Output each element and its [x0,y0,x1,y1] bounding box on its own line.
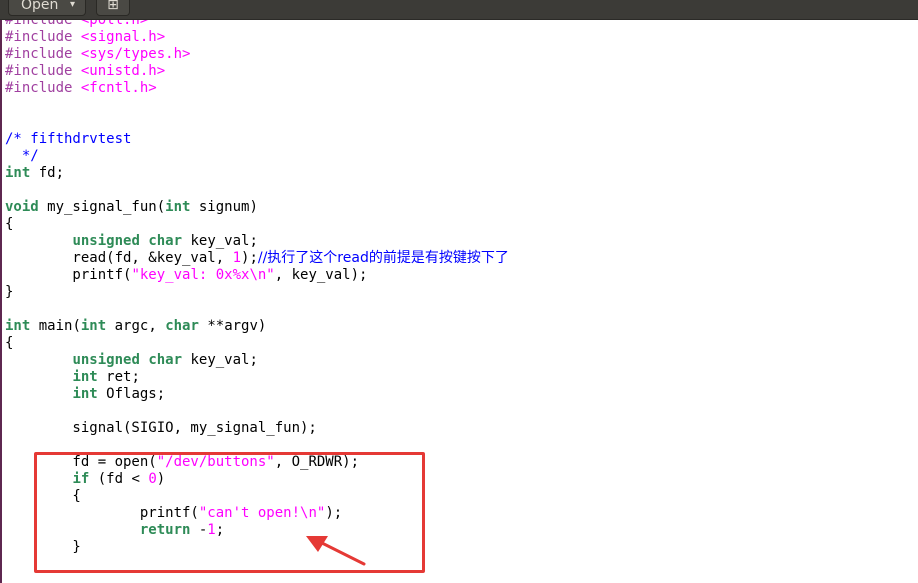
code-token: 1 [232,250,242,266]
code-token: **argv) [198,318,267,334]
code-line[interactable]: ​ [5,403,910,420]
code-token: printf( [5,267,132,283]
code-token: } [5,284,14,300]
code-line[interactable]: void my_signal_fun(int signum) [5,199,910,216]
code-line[interactable]: ​ [5,97,910,114]
code-token: char [148,233,183,249]
code-token: fd; [30,165,65,181]
header-bar: Open ▾ ⊞ [0,0,918,20]
code-token: int [72,386,98,402]
code-line[interactable]: int Oflags; [5,386,910,403]
code-token: char [148,352,183,368]
code-line[interactable]: } [5,284,910,301]
code-token: <unistd.h> [80,63,166,79]
code-line[interactable]: { [5,216,910,233]
new-document-icon: ⊞ [107,0,119,13]
code-line[interactable]: /* fifthdrvtest [5,131,910,148]
code-line[interactable]: signal(SIGIO, my_signal_fun); [5,420,910,437]
window-edge [0,20,2,583]
code-token: , key_val); [274,267,368,283]
open-button[interactable]: Open ▾ [8,0,86,16]
code-token: */ [5,148,39,164]
code-token: <sys/types.h> [80,46,191,62]
code-token: "key_val: 0x%x\n" [131,267,275,283]
code-line[interactable]: */ [5,148,910,165]
code-token: int [5,165,31,181]
code-token: #include [5,29,81,45]
code-token: unsigned [72,233,140,249]
code-token: <fcntl.h> [80,80,157,96]
code-token: signum) [190,199,258,215]
code-token: void [5,199,39,215]
code-token: #include [5,46,81,62]
code-token: Oflags; [97,386,166,402]
code-line[interactable]: { [5,335,910,352]
code-line[interactable]: ​ [5,301,910,318]
code-token: #include [5,80,81,96]
code-token: my_signal_fun( [38,199,166,215]
code-line[interactable]: int ret; [5,369,910,386]
code-line[interactable]: unsigned char key_val; [5,233,910,250]
code-token: int [5,318,31,334]
code-token: unsigned [72,352,140,368]
code-token: { [5,216,14,232]
code-line[interactable]: printf("key_val: 0x%x\n", key_val); [5,267,910,284]
pointer-arrow-icon [306,536,366,566]
open-button-label: Open [21,0,59,13]
code-token: argc, [106,318,166,334]
code-token: /* fifthdrvtest [5,131,132,147]
code-line[interactable]: #include <sys/types.h> [5,46,910,63]
code-token: int [72,369,98,385]
code-line[interactable]: int fd; [5,165,910,182]
code-token: char [165,318,199,334]
code-line[interactable]: #include <unistd.h> [5,63,910,80]
code-token: signal(SIGIO, my_signal_fun); [5,420,317,436]
code-token: #include [5,63,81,79]
new-tab-button[interactable]: ⊞ [96,0,130,16]
code-token: key_val; [182,352,258,368]
code-token: <signal.h> [80,29,166,45]
code-token: read(fd, &key_val, [5,250,233,266]
code-token: { [5,335,14,351]
code-token: int [80,318,107,334]
code-token: ); [241,250,258,266]
code-line[interactable]: unsigned char key_val; [5,352,910,369]
code-token: int [165,199,191,215]
code-line[interactable]: #include <fcntl.h> [5,80,910,97]
code-line[interactable]: #include <signal.h> [5,29,910,46]
code-line[interactable]: ​ [5,114,910,131]
code-token: //执行了这个read的前提是有按键按下了 [257,250,509,266]
chevron-down-icon: ▾ [69,0,75,10]
code-line[interactable]: ​ [5,182,910,199]
code-token: key_val; [182,233,258,249]
code-line[interactable]: read(fd, &key_val, 1);//执行了这个read的前提是有按键… [5,250,910,267]
code-token: main( [30,318,81,334]
code-line[interactable]: int main(int argc, char **argv) [5,318,910,335]
code-token: ret; [97,369,140,385]
